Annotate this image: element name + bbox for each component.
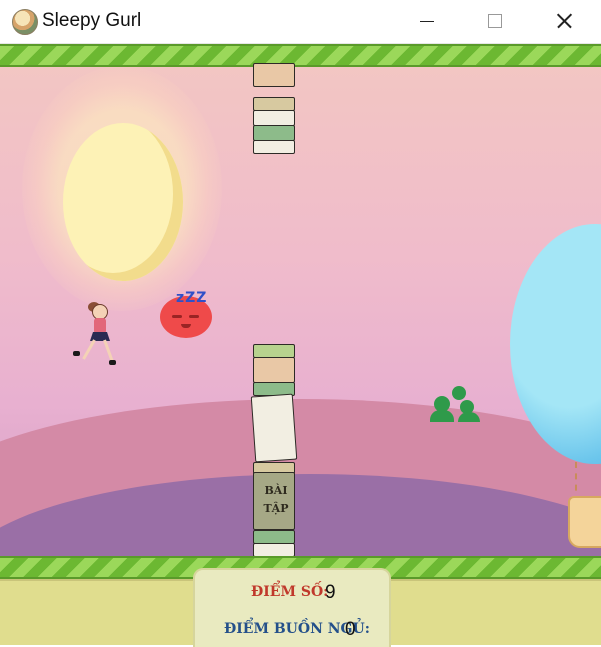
book-pipe-top	[253, 63, 295, 154]
player-girl	[70, 302, 120, 372]
book-icon	[253, 543, 295, 557]
girl-body	[94, 318, 106, 334]
book-icon	[253, 110, 295, 126]
book-icon	[253, 125, 295, 141]
moon-sun-icon	[63, 123, 183, 281]
sleep-zzz-text: zZZ	[176, 290, 208, 306]
book-icon	[253, 344, 295, 358]
book-icon	[253, 140, 295, 154]
score-label: ĐIỂM SỐ:	[251, 584, 329, 600]
exercise-book-sign: BÀI TẬP	[253, 472, 295, 530]
girl-leg	[82, 339, 96, 360]
window-title: Sleepy Gurl	[42, 10, 142, 31]
book-icon	[253, 97, 295, 111]
green-dot	[430, 410, 454, 422]
score-value: 9	[325, 582, 336, 603]
book-pipe-bottom: BÀI TẬP	[250, 344, 298, 557]
balloon-basket	[568, 496, 601, 548]
app-avatar-icon	[12, 9, 38, 35]
top-border-stripe	[0, 44, 601, 67]
green-dot	[458, 412, 480, 422]
girl-leg	[103, 339, 114, 362]
book-icon	[253, 63, 295, 87]
book-icon	[253, 530, 295, 544]
close-button[interactable]	[541, 0, 587, 43]
sleepy-face-mouth	[181, 324, 191, 328]
girl-shoe	[73, 351, 80, 356]
game-canvas[interactable]: BÀI TẬP zZZ	[0, 44, 601, 645]
book-icon	[253, 357, 295, 383]
girl-shoe	[109, 360, 116, 365]
green-people-icon	[430, 386, 480, 424]
sign-line-2: TẬP	[263, 502, 289, 515]
green-dot	[452, 386, 466, 400]
paper-stack-icon	[250, 393, 298, 463]
score-panel: ĐIỂM SỐ: 9 ĐIỂM BUỒN NGỦ: 0	[193, 568, 391, 647]
sleepiness-value: 0	[345, 619, 356, 640]
maximize-button[interactable]	[472, 0, 518, 43]
window-titlebar: Sleepy Gurl	[0, 0, 601, 44]
sign-line-1: BÀI	[264, 484, 288, 497]
minimize-button[interactable]	[404, 0, 450, 43]
